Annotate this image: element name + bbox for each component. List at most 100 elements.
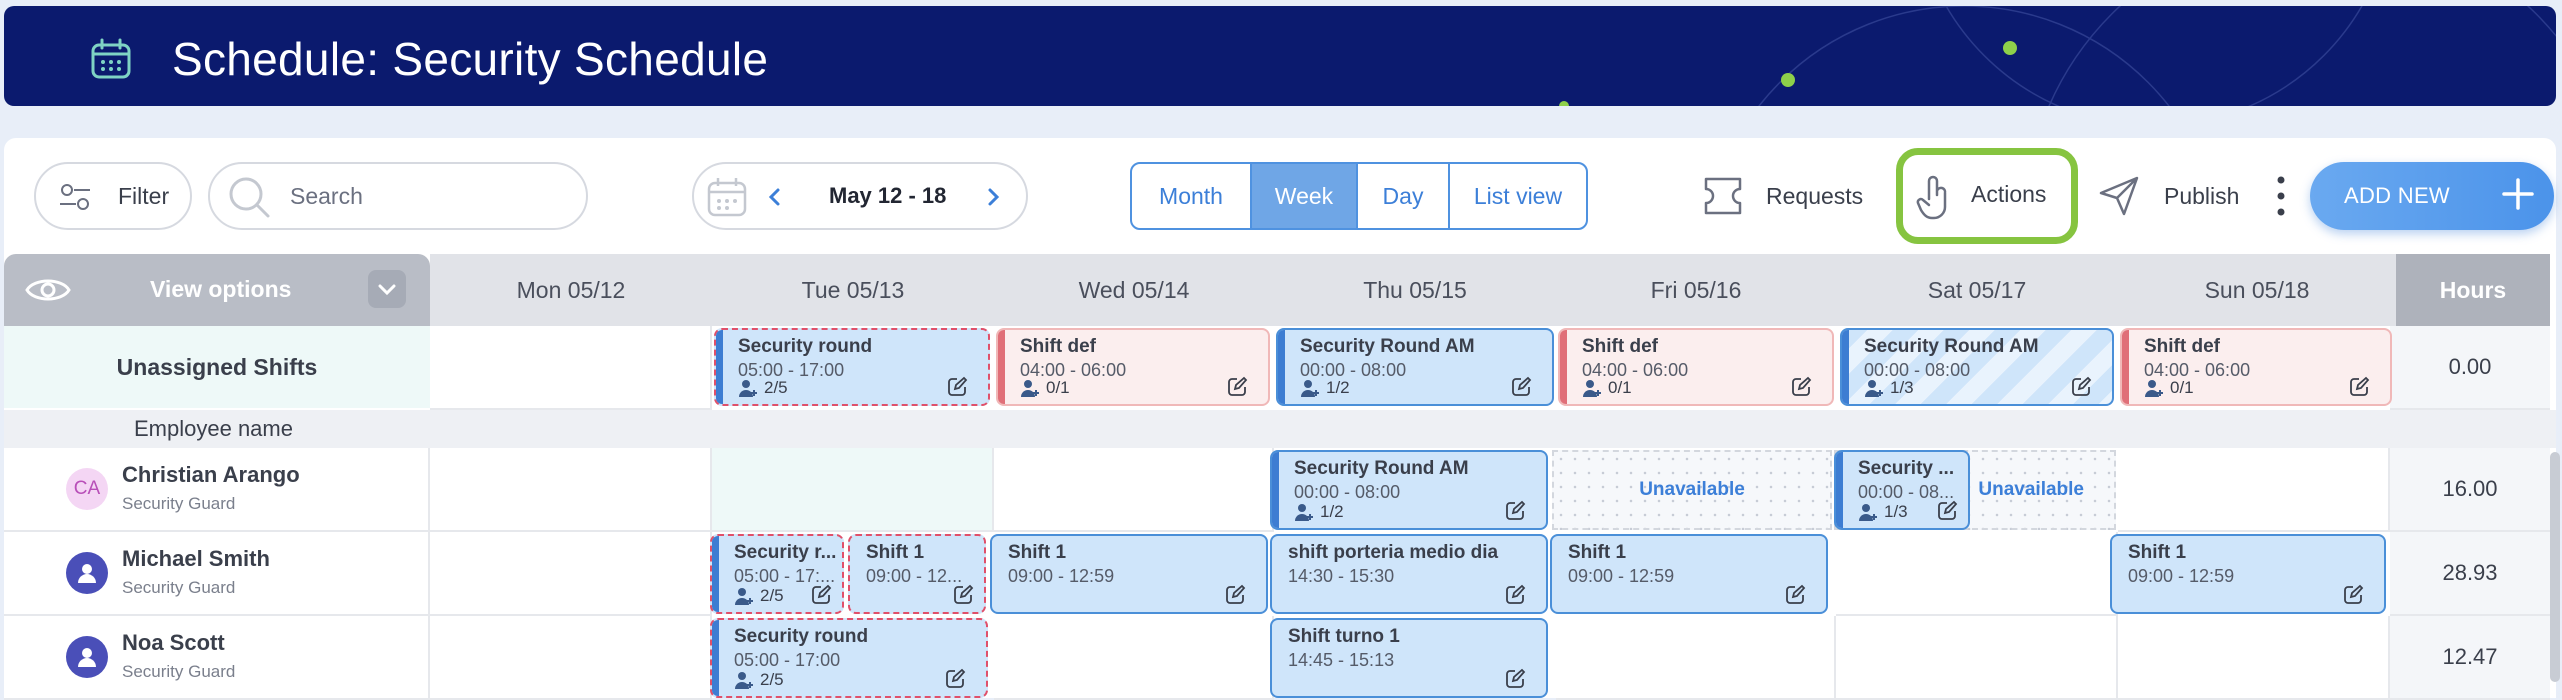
employee-name: Noa Scott (122, 630, 225, 655)
employee-row-label[interactable]: Michael Smith Security Guard (4, 532, 430, 616)
edit-icon[interactable] (2348, 376, 2370, 398)
actions-button[interactable]: Actions (1896, 148, 2078, 244)
edit-icon[interactable] (1504, 668, 1526, 690)
hand-pointer-icon (1916, 175, 1947, 220)
requests-button[interactable]: Requests (1700, 162, 1863, 230)
shift-card[interactable]: Security round 05:00 - 17:00 2/5 (710, 618, 988, 698)
person-icon (1021, 380, 1039, 397)
search-placeholder: Search (290, 182, 363, 209)
unassigned-shift-tue[interactable]: Security round 05:00 - 17:00 2/5 (714, 328, 990, 406)
shift-count: 0/1 (1046, 378, 1070, 397)
user-icon (78, 648, 96, 667)
date-range-picker[interactable]: May 12 - 18 (692, 162, 1028, 230)
edit-icon[interactable] (944, 668, 966, 690)
edit-icon[interactable] (1790, 376, 1812, 398)
employee-hours: 12.47 (2390, 616, 2550, 700)
add-new-button[interactable]: ADD NEW (2310, 162, 2554, 230)
unassigned-shift-fri[interactable]: Shift def 04:00 - 06:00 0/1 (1558, 328, 1834, 406)
view-week-tab[interactable]: Week (1252, 164, 1358, 228)
employee-row-label[interactable]: CA Christian Arango Security Guard (4, 448, 430, 532)
shift-title: shift porteria medio dia (1288, 542, 1499, 563)
publish-button[interactable]: Publish (2098, 162, 2239, 230)
employee-role: Security Guard (122, 494, 236, 513)
schedule-cell[interactable] (430, 616, 712, 700)
person-icon (1859, 504, 1877, 521)
shift-time: 09:00 - 12:59 (2128, 566, 2235, 586)
unassigned-shift-sun[interactable]: Shift def 04:00 - 06:00 0/1 (2120, 328, 2392, 406)
shift-time: 14:45 - 15:13 (1288, 650, 1395, 670)
unassigned-cell-mon[interactable] (430, 326, 712, 410)
ticket-icon (1704, 177, 1742, 215)
more-options-icon[interactable] (2274, 174, 2288, 218)
day-header-sun: Sun 05/18 (2204, 276, 2310, 303)
shift-card[interactable]: Security ... 00:00 - 08... 1/3 (1834, 450, 1970, 530)
shift-title: Shift def (1582, 336, 1658, 357)
edit-icon[interactable] (810, 584, 832, 606)
shift-title: Shift 1 (1008, 542, 1067, 563)
edit-icon[interactable] (952, 584, 974, 606)
schedule-cell[interactable] (430, 448, 712, 532)
vertical-scrollbar[interactable] (2550, 452, 2560, 682)
shift-card[interactable]: Shift turno 1 14:45 - 15:13 (1270, 618, 1548, 698)
schedule-cell[interactable] (1556, 616, 1836, 700)
avatar (66, 552, 108, 594)
employee-row-label[interactable]: Noa Scott Security Guard (4, 616, 430, 700)
edit-icon[interactable] (2070, 376, 2092, 398)
edit-icon[interactable] (1784, 584, 1806, 606)
edit-icon[interactable] (2342, 584, 2364, 606)
edit-icon[interactable] (1510, 376, 1532, 398)
view-month-tab[interactable]: Month (1132, 164, 1252, 228)
shift-title: Security Round AM (1864, 336, 2039, 357)
shift-title: Security Round AM (1300, 336, 1475, 357)
view-day-tab[interactable]: Day (1358, 164, 1450, 228)
schedule-cell[interactable] (2118, 616, 2390, 700)
shift-card[interactable]: Shift 1 09:00 - 12:59 (1550, 534, 1828, 614)
schedule-cell[interactable] (994, 448, 1274, 532)
edit-icon[interactable] (1936, 500, 1958, 522)
shift-card[interactable]: Shift 1 09:00 - 12... (848, 534, 986, 614)
shift-card[interactable]: shift porteria medio dia 14:30 - 15:30 (1270, 534, 1548, 614)
day-header-sat: Sat 05/17 (1927, 276, 2027, 303)
chevron-left-icon[interactable] (768, 187, 782, 207)
view-options-button[interactable]: View options (4, 254, 430, 326)
employee-hours: 28.93 (2390, 532, 2550, 616)
unassigned-shift-thu[interactable]: Security Round AM 00:00 - 08:00 1/2 (1276, 328, 1554, 406)
chevron-right-icon[interactable] (986, 187, 1000, 207)
unassigned-shift-wed[interactable]: Shift def 04:00 - 06:00 0/1 (996, 328, 1270, 406)
schedule-cell[interactable] (994, 616, 1274, 700)
shift-card[interactable]: Security Round AM 00:00 - 08:00 1/2 (1270, 450, 1548, 530)
shift-count: 1/3 (1884, 502, 1908, 521)
shift-title: Shift 1 (866, 542, 925, 563)
view-list-tab[interactable]: List view (1450, 164, 1586, 228)
shift-count: 1/3 (1890, 378, 1914, 397)
schedule-grid: View options Mon 05/12 Tue 05/13 Wed 05/… (4, 254, 2560, 700)
edit-icon[interactable] (1224, 584, 1246, 606)
shift-card[interactable]: Shift 1 09:00 - 12:59 (990, 534, 1268, 614)
person-icon (735, 588, 753, 605)
search-input[interactable]: Search (208, 162, 588, 230)
edit-icon[interactable] (946, 376, 968, 398)
shift-card[interactable]: Security r... 05:00 - 17:... 2/5 (710, 534, 844, 614)
hours-header: Hours (2396, 254, 2550, 326)
header-banner: Schedule: Security Schedule (4, 6, 2556, 106)
eye-icon (25, 279, 71, 301)
avatar: CA (66, 468, 108, 510)
schedule-cell[interactable] (430, 532, 712, 616)
plus-icon (2502, 178, 2534, 210)
edit-icon[interactable] (1504, 584, 1526, 606)
shift-title: Shift 1 (2128, 542, 2187, 563)
shift-title: Security round (738, 336, 873, 357)
unavailable-block[interactable]: Unavailable (1552, 450, 1832, 530)
shift-card[interactable]: Shift 1 09:00 - 12:59 (2110, 534, 2386, 614)
schedule-cell[interactable] (712, 448, 994, 532)
schedule-cell[interactable] (1836, 616, 2118, 700)
unassigned-shift-sat[interactable]: Security Round AM 00:00 - 08:00 1/3 (1840, 328, 2114, 406)
schedule-cell[interactable] (2118, 448, 2390, 532)
day-header-mon: Mon 05/12 (516, 276, 626, 303)
view-options-toggle[interactable] (368, 270, 406, 308)
edit-icon[interactable] (1504, 500, 1526, 522)
schedule-cell[interactable] (1836, 532, 2118, 616)
filter-button[interactable]: Filter (34, 162, 192, 230)
edit-icon[interactable] (1226, 376, 1248, 398)
requests-label: Requests (1766, 182, 1864, 209)
